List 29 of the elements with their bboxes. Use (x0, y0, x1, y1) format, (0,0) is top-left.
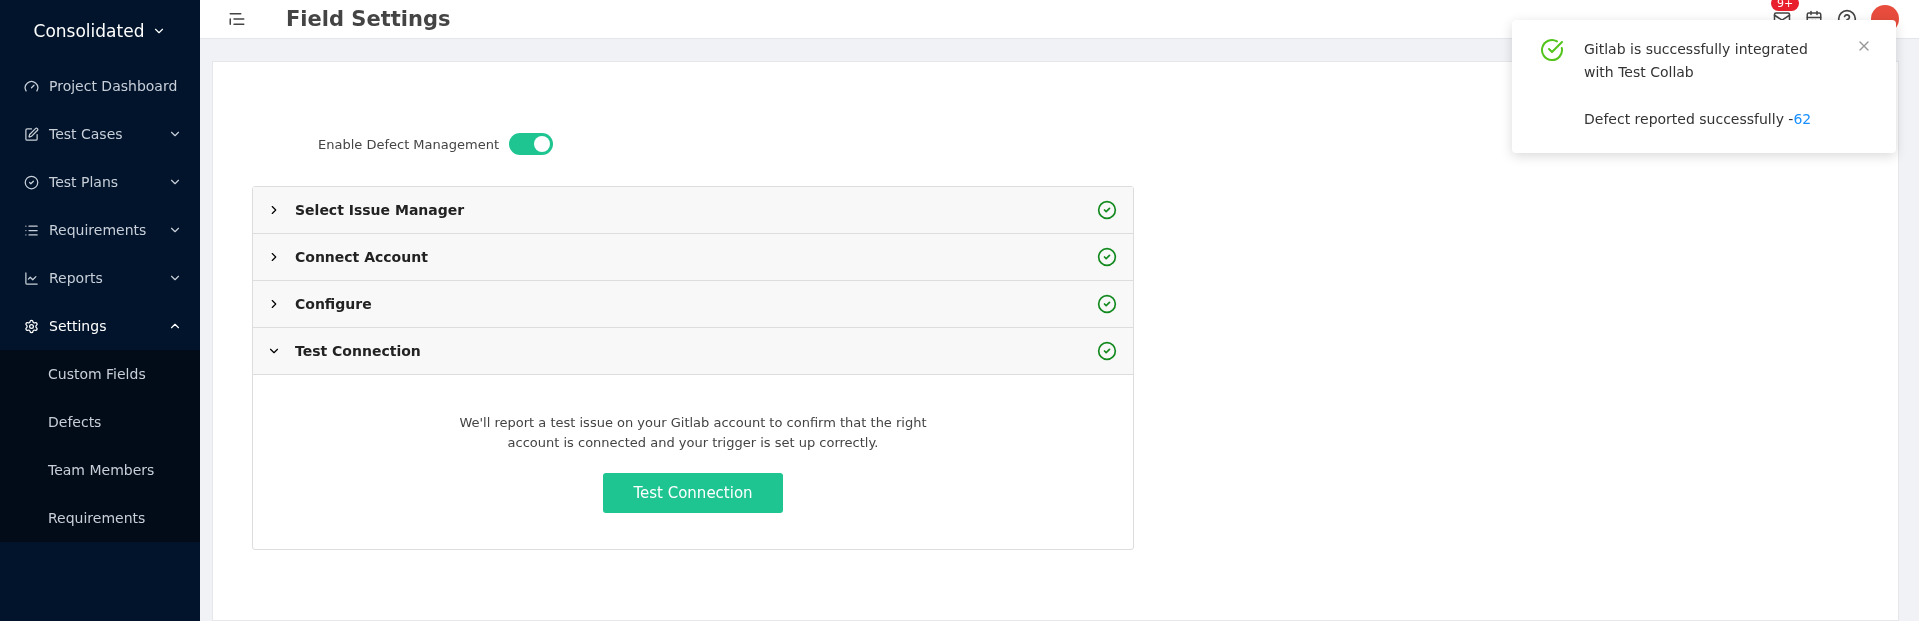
accordion-header[interactable]: Configure (253, 281, 1133, 328)
success-icon (1540, 38, 1564, 62)
sidebar-item[interactable]: Settings (0, 302, 200, 350)
accordion-header[interactable]: Test Connection (253, 328, 1133, 375)
accordion-header[interactable]: Connect Account (253, 234, 1133, 281)
project-switcher[interactable]: Consolidated (0, 0, 200, 62)
sidebar-item[interactable]: Test Cases (0, 110, 200, 158)
sidebar-item[interactable]: Requirements (0, 206, 200, 254)
submenu-item[interactable]: Defects (0, 398, 200, 446)
sidebar-item[interactable]: Reports (0, 254, 200, 302)
chart-icon (24, 270, 39, 286)
toggle-switch[interactable] (509, 133, 553, 155)
edit-icon (24, 126, 39, 142)
toast-message: Gitlab is successfully integrated with Test Collab (1584, 40, 1809, 82)
list-icon (24, 222, 39, 238)
toggle-label: Enable Defect Management (318, 136, 499, 152)
check-circle-icon (24, 174, 39, 190)
gauge-icon (24, 78, 39, 94)
sidebar-item[interactable]: Test Plans (0, 158, 200, 206)
accordion-header[interactable]: Select Issue Manager (253, 187, 1133, 234)
gear-icon (24, 318, 39, 334)
submenu-item[interactable]: Requirements (0, 494, 200, 542)
page-title: Field Settings (286, 7, 451, 31)
toast-detail: Defect reported successfully - (1584, 110, 1794, 129)
description: We'll report a test issue on your Gitlab account to confirm that the right account is connected and your trigger is set up correctly. (458, 414, 928, 452)
submenu-item[interactable]: Team Members (0, 446, 200, 494)
menu-icon[interactable] (228, 10, 246, 28)
sidebar-item[interactable]: Project Dashboard (0, 62, 200, 110)
submenu-item[interactable]: Custom Fields (0, 350, 200, 398)
